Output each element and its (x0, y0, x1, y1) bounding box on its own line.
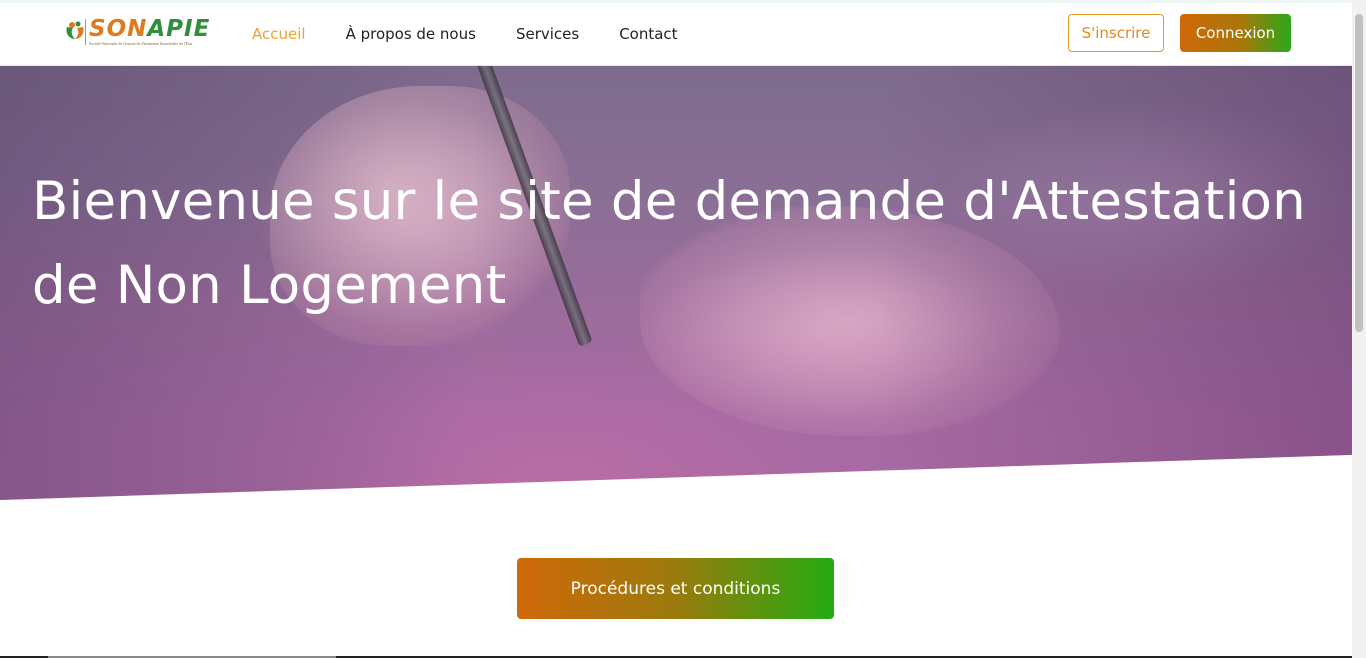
site-header: SONAPIE Société Nationale de Gestion du … (0, 0, 1352, 66)
page-scrollbar[interactable] (1352, 0, 1366, 658)
nav-item-a-propos[interactable]: À propos de nous (346, 23, 476, 45)
logo-text: SONAPIE Société Nationale de Gestion du … (89, 17, 210, 46)
nav-item-accueil[interactable]: Accueil (252, 23, 306, 45)
main-nav: Accueil À propos de nous Services Contac… (252, 23, 718, 45)
logo-emblem-icon (63, 17, 87, 47)
procedures-button[interactable]: Procédures et conditions (517, 558, 834, 619)
register-button[interactable]: S'inscrire (1068, 14, 1164, 52)
nav-item-services[interactable]: Services (516, 23, 579, 45)
login-button[interactable]: Connexion (1180, 14, 1291, 52)
sonapie-logo[interactable]: SONAPIE Société Nationale de Gestion du … (63, 17, 210, 47)
logo-wordmark: SONAPIE (89, 16, 211, 42)
hero-title: Bienvenue sur le site de demande d'Attes… (32, 171, 1306, 316)
scrollbar-thumb[interactable] (1355, 14, 1363, 332)
nav-item-contact[interactable]: Contact (619, 23, 677, 45)
logo-tagline: Société Nationale de Gestion du Patrimoi… (89, 41, 193, 46)
